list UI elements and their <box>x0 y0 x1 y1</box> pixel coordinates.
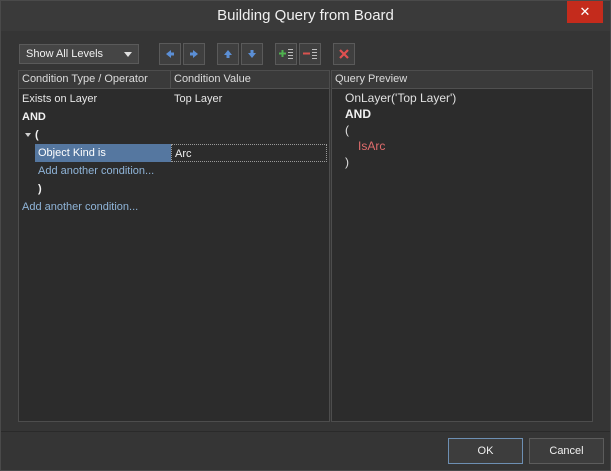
toolbar: Show All Levels <box>19 43 439 67</box>
condition-grid: Condition Type / Operator Condition Valu… <box>18 70 330 422</box>
close-button[interactable]: ✕ <box>567 1 603 23</box>
level-filter-select[interactable]: Show All Levels <box>19 44 139 64</box>
group-open-paren: ( <box>35 129 39 141</box>
ok-button[interactable]: OK <box>448 438 523 464</box>
grid-row-and-operator[interactable]: AND <box>19 108 329 126</box>
remove-condition-button[interactable] <box>299 43 321 65</box>
move-down-icon <box>248 50 256 58</box>
grid-row-group-open[interactable]: ( <box>19 126 329 144</box>
dialog-title: Building Query from Board <box>217 7 394 24</box>
preview-header: Query Preview <box>332 71 592 89</box>
footer-divider <box>1 431 610 432</box>
condition-value-cell[interactable]: Top Layer <box>171 90 329 108</box>
grid-row-add-outer[interactable]: Add another condition... <box>19 198 329 216</box>
collapse-triangle-icon[interactable] <box>25 133 31 137</box>
add-condition-link-outer[interactable]: Add another condition... <box>19 198 219 216</box>
grid-row-object-kind[interactable]: Object Kind is Arc <box>19 144 329 162</box>
grid-row-add-inner[interactable]: Add another condition... <box>19 162 329 180</box>
remove-condition-icon <box>303 49 317 59</box>
move-right-icon <box>190 50 198 58</box>
move-right-button[interactable] <box>183 43 205 65</box>
cancel-button[interactable]: Cancel <box>529 438 604 464</box>
preview-line-onlayer: OnLayer('Top Layer') <box>345 91 457 105</box>
condition-value-cell-active[interactable]: Arc <box>171 144 327 162</box>
clear-query-button[interactable] <box>333 43 355 65</box>
grid-header: Condition Type / Operator Condition Valu… <box>19 71 329 89</box>
operator-cell: AND <box>22 111 46 123</box>
condition-type-cell-selected[interactable]: Object Kind is <box>35 144 171 162</box>
column-header-value[interactable]: Condition Value <box>171 71 329 88</box>
move-down-button[interactable] <box>241 43 263 65</box>
preview-line-and: AND <box>345 107 371 121</box>
preview-line-isarc: IsArc <box>358 139 386 153</box>
move-left-icon <box>166 50 174 58</box>
move-up-icon <box>224 50 232 58</box>
preview-line-close-paren: ) <box>345 155 349 169</box>
clear-icon <box>339 49 349 59</box>
dialog-window: Building Query from Board ✕ Show All Lev… <box>0 0 611 471</box>
move-left-button[interactable] <box>159 43 181 65</box>
grid-row-exists-on-layer[interactable]: Exists on Layer Top Layer <box>19 90 329 108</box>
chevron-down-icon <box>124 52 132 57</box>
add-condition-icon <box>279 49 293 59</box>
add-condition-link-inner[interactable]: Add another condition... <box>35 162 235 180</box>
query-preview-pane: Query Preview OnLayer('Top Layer') AND (… <box>331 70 593 422</box>
grid-row-group-close[interactable]: ) <box>19 180 329 198</box>
preview-header-label: Query Preview <box>335 73 408 85</box>
group-close-paren: ) <box>38 183 42 195</box>
add-condition-button[interactable] <box>275 43 297 65</box>
move-up-button[interactable] <box>217 43 239 65</box>
close-icon: ✕ <box>579 4 591 19</box>
title-bar[interactable]: Building Query from Board ✕ <box>1 1 610 31</box>
condition-type-cell: Exists on Layer <box>22 93 98 105</box>
column-header-condition[interactable]: Condition Type / Operator <box>19 71 171 88</box>
preview-line-open-paren: ( <box>345 123 349 137</box>
level-filter-value: Show All Levels <box>26 48 104 60</box>
